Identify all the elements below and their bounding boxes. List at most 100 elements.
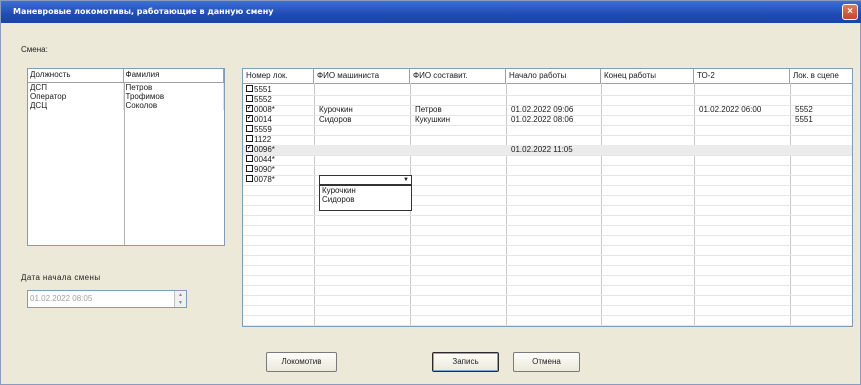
- coupled-loco-cell[interactable]: [792, 175, 852, 185]
- compiler-name-cell[interactable]: Кукушкин: [412, 115, 506, 125]
- compiler-name-cell[interactable]: Петров: [412, 105, 506, 115]
- unchecked-checkbox[interactable]: [246, 95, 253, 103]
- coupled-loco-cell[interactable]: 5551: [792, 115, 852, 125]
- driver-name-cell[interactable]: Сидоров: [316, 115, 410, 125]
- save-button[interactable]: Запись: [432, 352, 499, 372]
- coupled-loco-cell[interactable]: 5552: [792, 105, 852, 115]
- compiler-name-cell[interactable]: [412, 135, 506, 145]
- to2-cell[interactable]: [696, 135, 790, 145]
- start-time-cell[interactable]: 01.02.2022 08:06: [508, 115, 602, 125]
- header-to2[interactable]: ТО-2: [694, 69, 790, 83]
- locomotive-grid[interactable]: Номер лок. ФИО машиниста ФИО составит. Н…: [242, 68, 853, 327]
- to2-cell[interactable]: [696, 175, 790, 185]
- locomotive-row[interactable]: 5552: [243, 95, 852, 105]
- to2-cell[interactable]: [696, 125, 790, 135]
- compiler-name-cell[interactable]: [412, 165, 506, 175]
- start-time-cell[interactable]: [508, 155, 602, 165]
- to2-cell[interactable]: [696, 85, 790, 95]
- chevron-down-icon[interactable]: ▼: [401, 176, 411, 184]
- end-time-cell[interactable]: [603, 155, 697, 165]
- driver-dropdown[interactable]: ▼: [319, 175, 412, 185]
- start-time-cell[interactable]: [508, 85, 602, 95]
- start-time-cell[interactable]: [508, 125, 602, 135]
- start-time-cell[interactable]: [508, 175, 602, 185]
- header-compiler-name[interactable]: ФИО составит.: [410, 69, 506, 83]
- start-time-cell[interactable]: 01.02.2022 09:06: [508, 105, 602, 115]
- driver-name-cell[interactable]: [316, 95, 410, 105]
- coupled-loco-cell[interactable]: [792, 155, 852, 165]
- to2-cell[interactable]: [696, 165, 790, 175]
- unchecked-checkbox[interactable]: [246, 135, 253, 143]
- coupled-loco-cell[interactable]: [792, 165, 852, 175]
- compiler-name-cell[interactable]: [412, 145, 506, 155]
- cancel-button[interactable]: Отмена: [513, 352, 580, 372]
- compiler-name-cell[interactable]: [412, 155, 506, 165]
- driver-name-cell[interactable]: [316, 165, 410, 175]
- header-end-time[interactable]: Конец работы: [601, 69, 694, 83]
- staff-row[interactable]: ДСП Петров: [28, 83, 224, 92]
- start-time-cell[interactable]: [508, 135, 602, 145]
- end-time-cell[interactable]: [603, 145, 697, 155]
- end-time-cell[interactable]: [603, 95, 697, 105]
- unchecked-checkbox[interactable]: [246, 175, 253, 183]
- compiler-name-cell[interactable]: [412, 175, 506, 185]
- checked-checkbox[interactable]: ✓: [246, 115, 253, 123]
- unchecked-checkbox[interactable]: [246, 165, 253, 173]
- coupled-loco-cell[interactable]: [792, 95, 852, 105]
- driver-name-cell[interactable]: [316, 145, 410, 155]
- shift-start-date-field[interactable]: 01.02.2022 08:05 ▲ ▼: [27, 290, 187, 308]
- locomotive-row[interactable]: ✓ 0014 Сидоров Кукушкин 01.02.2022 08:06 5551: [243, 115, 852, 125]
- header-driver-name[interactable]: ФИО машиниста: [314, 69, 410, 83]
- header-coupled-loco[interactable]: Лок. в сцепе: [790, 69, 852, 83]
- end-time-cell[interactable]: [603, 125, 697, 135]
- header-start-time[interactable]: Начало работы: [506, 69, 601, 83]
- staff-row[interactable]: ДСЦ Соколов: [28, 101, 224, 110]
- end-time-cell[interactable]: [603, 175, 697, 185]
- to2-cell[interactable]: [696, 115, 790, 125]
- compiler-name-cell[interactable]: [412, 95, 506, 105]
- unchecked-checkbox[interactable]: [246, 85, 253, 93]
- checked-checkbox[interactable]: ✓: [246, 105, 253, 113]
- start-time-cell[interactable]: 01.02.2022 11:05: [508, 145, 602, 155]
- driver-name-cell[interactable]: [316, 135, 410, 145]
- to2-cell[interactable]: [696, 155, 790, 165]
- header-position[interactable]: Должность: [28, 69, 124, 82]
- locomotive-row[interactable]: 0044*: [243, 155, 852, 165]
- driver-name-cell[interactable]: [316, 155, 410, 165]
- to2-cell[interactable]: [696, 95, 790, 105]
- coupled-loco-cell[interactable]: [792, 135, 852, 145]
- date-spinner[interactable]: ▲ ▼: [174, 291, 186, 307]
- shift-staff-table[interactable]: Должность Фамилия ДСП Петров Оператор Трофи…: [27, 68, 225, 246]
- end-time-cell[interactable]: [603, 135, 697, 145]
- locomotive-button[interactable]: Локомотив: [266, 352, 337, 372]
- driver-name-cell[interactable]: Курочкин: [316, 105, 410, 115]
- to2-cell[interactable]: 01.02.2022 06:00: [696, 105, 790, 115]
- checked-checkbox[interactable]: ✓: [246, 145, 253, 153]
- coupled-loco-cell[interactable]: [792, 125, 852, 135]
- dropdown-option[interactable]: Курочкин: [320, 186, 411, 195]
- staff-row[interactable]: Оператор Трофимов: [28, 92, 224, 101]
- compiler-name-cell[interactable]: [412, 125, 506, 135]
- locomotive-row[interactable]: 5551: [243, 85, 852, 95]
- unchecked-checkbox[interactable]: [246, 155, 253, 163]
- end-time-cell[interactable]: [603, 115, 697, 125]
- end-time-cell[interactable]: [603, 165, 697, 175]
- coupled-loco-cell[interactable]: [792, 145, 852, 155]
- end-time-cell[interactable]: [603, 85, 697, 95]
- locomotive-row[interactable]: ✓ 0008* Курочкин Петров 01.02.2022 09:06 01.0…: [243, 105, 852, 115]
- locomotive-row[interactable]: 9090*: [243, 165, 852, 175]
- end-time-cell[interactable]: [603, 105, 697, 115]
- start-time-cell[interactable]: [508, 95, 602, 105]
- to2-cell[interactable]: [696, 145, 790, 155]
- close-button[interactable]: ×: [842, 4, 858, 20]
- dropdown-option[interactable]: Сидоров: [320, 195, 411, 204]
- coupled-loco-cell[interactable]: [792, 85, 852, 95]
- compiler-name-cell[interactable]: [412, 85, 506, 95]
- driver-name-cell[interactable]: [316, 85, 410, 95]
- driver-name-cell[interactable]: [316, 125, 410, 135]
- locomotive-row[interactable]: 5559: [243, 125, 852, 135]
- locomotive-row[interactable]: ✓ 0096* 01.02.2022 11:05: [243, 145, 852, 155]
- header-surname[interactable]: Фамилия: [124, 69, 224, 82]
- unchecked-checkbox[interactable]: [246, 125, 253, 133]
- start-time-cell[interactable]: [508, 165, 602, 175]
